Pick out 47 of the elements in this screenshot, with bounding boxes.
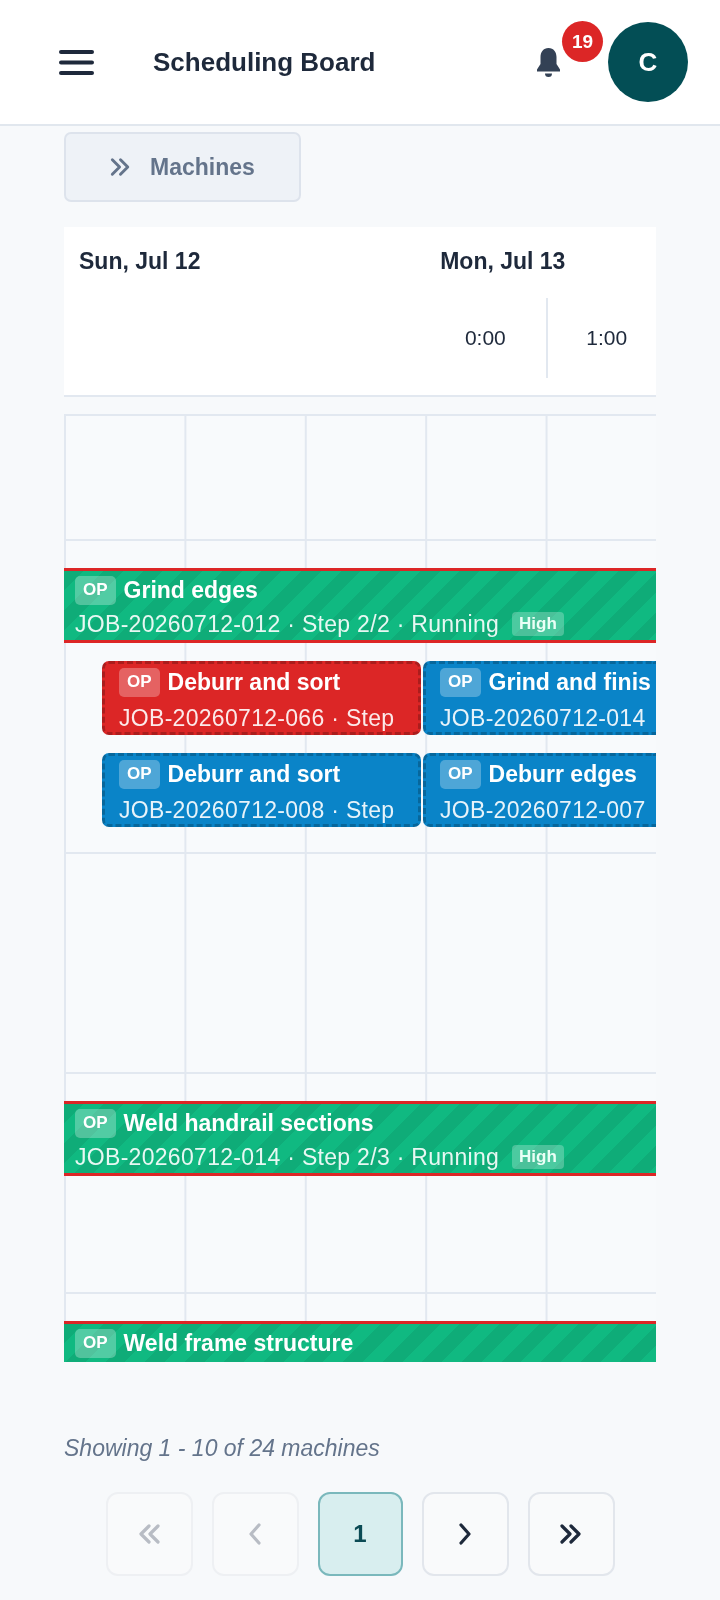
operation-title: Grind and finis [488, 668, 651, 697]
type-tag: OP [119, 759, 160, 789]
operation-details: JOB-20260712-014 · Step 2/3 · Running [75, 1144, 500, 1170]
operation-block[interactable]: OP Deburr and sort JOB-20260712-066 · Step [102, 661, 421, 735]
user-avatar[interactable]: C [608, 22, 688, 102]
operation-bar[interactable]: OP Weld handrail sections JOB-20260712-014 · Step 2/3 · Running High [64, 1101, 656, 1176]
hour-label: 0:00 [464, 325, 506, 351]
priority-tag: High [512, 612, 564, 636]
operation-block[interactable]: OP Deburr and sort JOB-20260712-008 · Step [102, 753, 421, 827]
double-chevron-right-icon [109, 157, 132, 177]
double-chevron-left-icon [137, 1523, 161, 1545]
operation-bar[interactable]: OP Weld frame structure [64, 1321, 656, 1362]
operation-details: JOB-20260712-066 · Step [119, 705, 395, 731]
operation-block[interactable]: OP Grind and finis JOB-20260712-014 [423, 661, 656, 735]
double-chevron-right-icon [559, 1523, 583, 1545]
last-page-button[interactable] [527, 1492, 615, 1576]
operation-details: JOB-20260712-007 [440, 797, 646, 823]
operation-details: JOB-20260712-014 [440, 705, 646, 731]
notification-badge: 19 [562, 21, 603, 62]
type-tag: OP [75, 575, 116, 605]
day-label: Mon, Jul 13 [439, 248, 566, 274]
page-button[interactable]: 1 [317, 1492, 403, 1576]
operation-title: Weld frame structure [123, 1329, 354, 1358]
type-tag: OP [440, 759, 481, 789]
operation-title: Deburr and sort [167, 668, 341, 697]
hour-label: 1:00 [586, 325, 628, 351]
operation-bar[interactable]: OP Grind edges JOB-20260712-012 · Step 2/2 · Running High [64, 568, 656, 643]
operation-block[interactable]: OP Deburr edges JOB-20260712-007 [423, 753, 656, 827]
chevron-right-icon [458, 1522, 472, 1546]
results-summary: Showing 1 - 10 of 24 machines [64, 1434, 381, 1462]
type-tag: OP [75, 1328, 116, 1358]
type-tag: OP [119, 667, 160, 697]
operation-details: JOB-20260712-008 · Step [119, 797, 395, 823]
operation-title: Grind edges [123, 576, 258, 605]
operation-title: Weld handrail sections [123, 1109, 374, 1138]
page-title: Scheduling Board [153, 46, 376, 78]
type-tag: OP [75, 1108, 116, 1138]
menu-icon[interactable] [59, 49, 94, 75]
day-label: Sun, Jul 12 [78, 248, 201, 274]
operation-title: Deburr edges [488, 760, 637, 789]
chevron-left-icon [248, 1522, 262, 1546]
operation-details: JOB-20260712-012 · Step 2/2 · Running [75, 611, 500, 637]
operation-title: Deburr and sort [167, 760, 341, 789]
priority-tag: High [512, 1145, 564, 1169]
machines-button[interactable]: Machines [64, 132, 301, 202]
type-tag: OP [440, 667, 481, 697]
bell-icon[interactable] [535, 45, 562, 79]
